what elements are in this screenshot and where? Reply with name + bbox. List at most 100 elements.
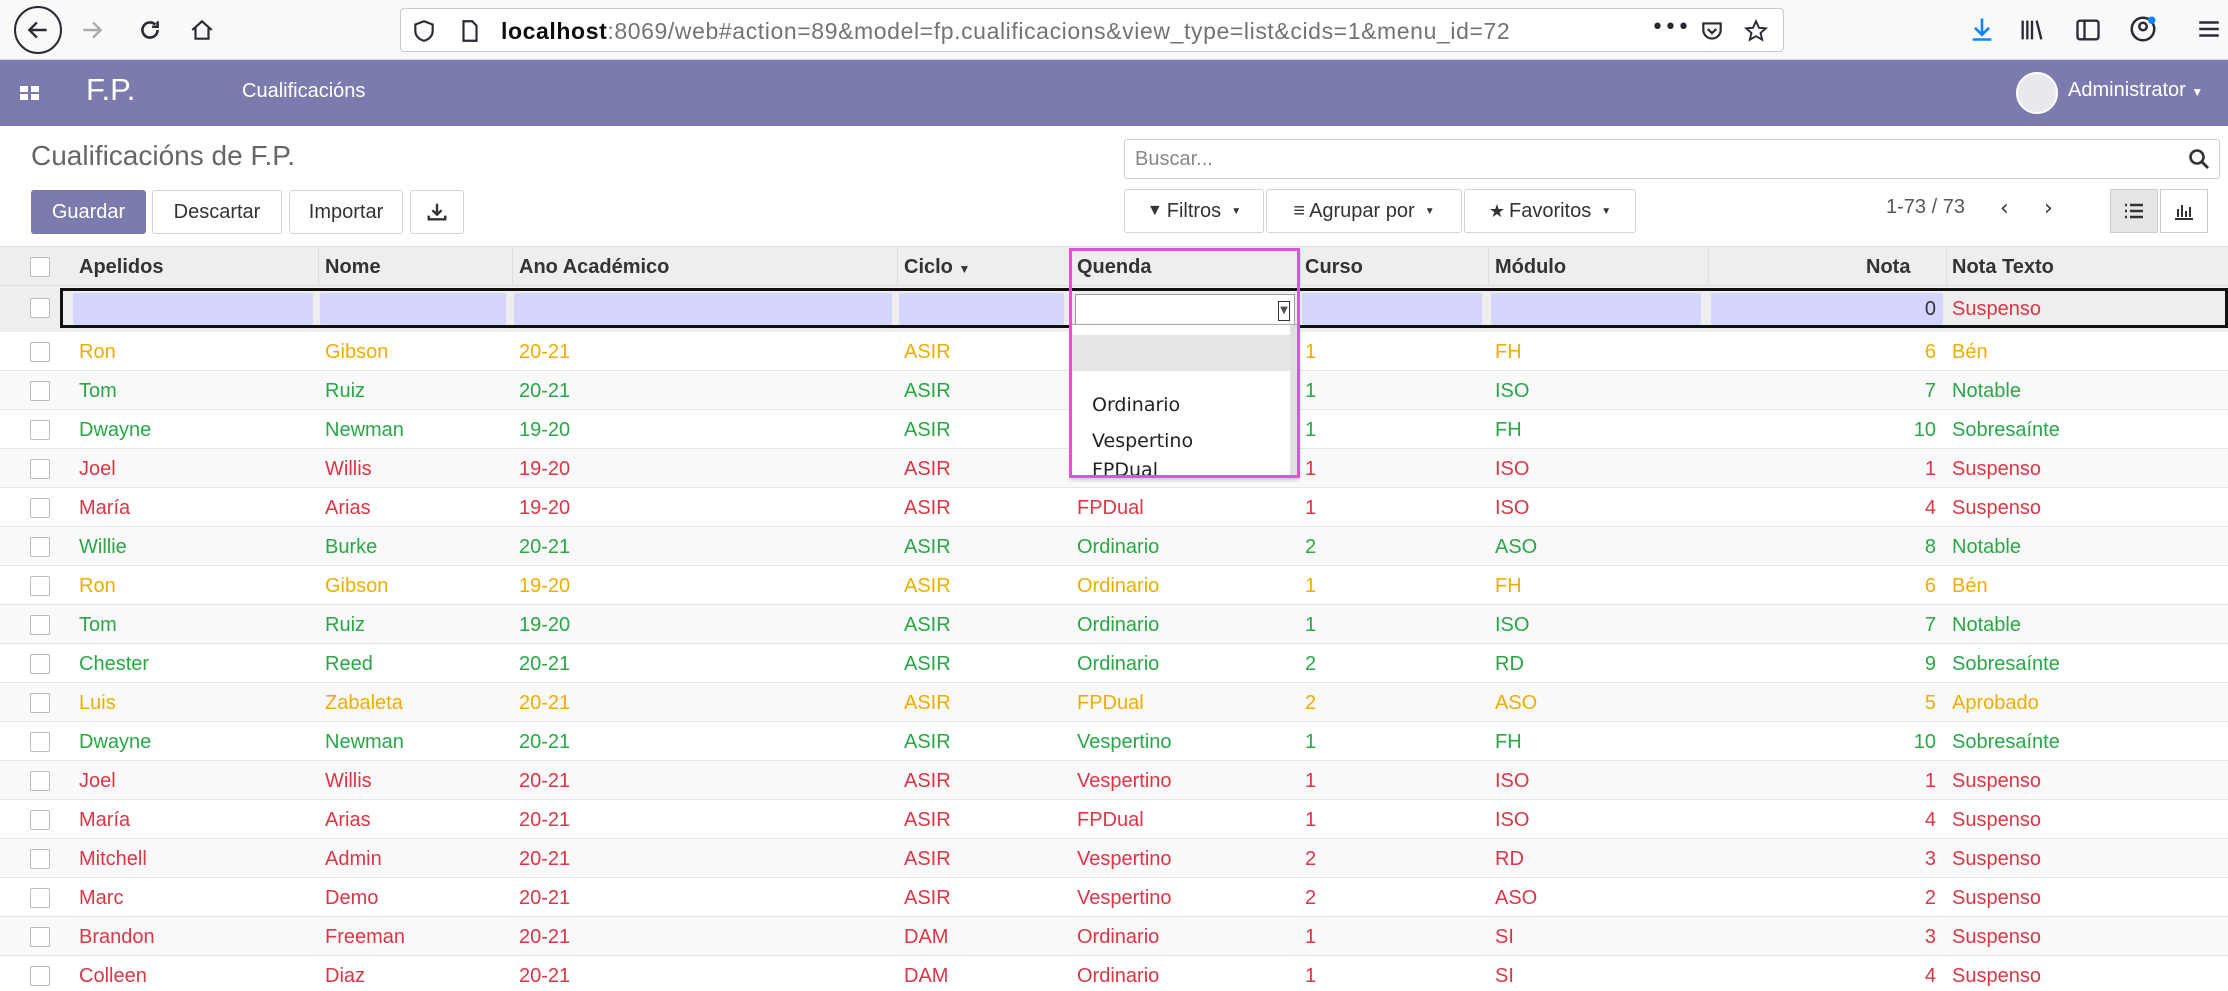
column-apelidos[interactable]: Apelidos <box>79 256 163 279</box>
dropdown-option-ordinario[interactable]: Ordinario <box>1072 387 1292 423</box>
filters-button[interactable]: ▼ Filtros ▼ <box>1124 189 1264 233</box>
apps-grid-icon[interactable] <box>20 83 40 103</box>
cell-ciclo: ASIR <box>904 536 951 558</box>
sidebar-icon[interactable] <box>2074 16 2102 44</box>
row-checkbox[interactable] <box>30 615 50 635</box>
back-button[interactable] <box>14 6 62 54</box>
cell-nota-texto: Sobresaínte <box>1952 653 2060 675</box>
column-modulo[interactable]: Módulo <box>1495 256 1566 279</box>
table-row[interactable]: Colleen Diaz 20-21 DAM Ordinario 1 SI 4 Suspenso <box>0 956 2228 991</box>
more-icon[interactable]: ••• <box>1651 15 1690 40</box>
cell-curso: 1 <box>1305 458 1317 480</box>
row-checkbox[interactable] <box>30 420 50 440</box>
pager-next-icon[interactable]: › <box>2044 196 2066 221</box>
home-button[interactable] <box>182 10 222 50</box>
discard-button[interactable]: Descartar <box>152 190 282 234</box>
pager-previous-icon[interactable]: ‹ <box>2000 196 2022 221</box>
cell-ano-academico: 20-21 <box>519 380 571 402</box>
app-brand[interactable]: F.P. <box>86 72 135 108</box>
row-checkbox[interactable] <box>30 888 50 908</box>
import-button[interactable]: Importar <box>289 190 403 234</box>
row-checkbox[interactable] <box>30 498 50 518</box>
column-nome[interactable]: Nome <box>325 256 381 279</box>
row-checkbox[interactable] <box>30 927 50 947</box>
search-icon[interactable] <box>2187 147 2211 171</box>
row-checkbox[interactable] <box>30 381 50 401</box>
column-ciclo[interactable]: Ciclo ▼ <box>904 256 970 279</box>
apelidos-field[interactable] <box>73 293 313 325</box>
arrow-right-icon <box>83 21 103 39</box>
table-row[interactable]: Chester Reed 20-21 ASIR Ordinario 2 RD 9 Sobresa… <box>0 644 2228 683</box>
table-row[interactable]: Joel Willis 20-21 ASIR Vespertino 1 ISO 1 Suspen… <box>0 761 2228 800</box>
cell-apelidos: Tom <box>79 380 117 402</box>
column-nota[interactable]: Nota <box>1866 256 1910 279</box>
column-nota-texto[interactable]: Nota Texto <box>1952 256 2054 279</box>
user-menu[interactable]: Administrator ▼ <box>2068 79 2203 102</box>
library-icon[interactable] <box>2018 16 2046 44</box>
table-row[interactable]: Brandon Freeman 20-21 DAM Ordinario 1 SI 3 Suspe… <box>0 917 2228 956</box>
dropdown-scrollbar[interactable] <box>1290 325 1298 477</box>
column-quenda[interactable]: Quenda <box>1077 256 1151 279</box>
hamburger-menu-icon[interactable] <box>2196 16 2222 42</box>
table-row[interactable]: Willie Burke 20-21 ASIR Ordinario 2 ASO 8 Notabl… <box>0 527 2228 566</box>
menu-cualificacions[interactable]: Cualificacións <box>242 80 365 103</box>
cell-ciclo: ASIR <box>904 653 951 675</box>
url-bar[interactable]: localhost:8069/web#action=89&model=fp.cu… <box>400 8 1784 52</box>
graph-view-button[interactable] <box>2160 189 2208 233</box>
row-checkbox[interactable] <box>30 693 50 713</box>
group-by-button[interactable]: ≡ Agrupar por ▼ <box>1266 189 1462 233</box>
row-checkbox[interactable] <box>30 849 50 869</box>
ano-academico-field[interactable] <box>514 293 892 325</box>
search-input[interactable]: Buscar... <box>1124 139 2220 179</box>
table-row[interactable]: Ron Gibson 19-20 ASIR Ordinario 1 FH 6 Bén <box>0 566 2228 605</box>
cell-ano-academico: 19-20 <box>519 614 571 636</box>
table-row[interactable]: Luis Zabaleta 20-21 ASIR FPDual 2 ASO 5 Aprobado <box>0 683 2228 722</box>
avatar[interactable] <box>2016 72 2058 114</box>
modulo-field[interactable] <box>1491 293 1701 325</box>
download-icon[interactable] <box>1968 14 1996 44</box>
forward-button[interactable] <box>72 10 112 50</box>
row-checkbox[interactable] <box>30 576 50 596</box>
select-all-checkbox[interactable] <box>30 257 50 277</box>
table-row[interactable]: Marc Demo 20-21 ASIR Vespertino 2 ASO 2 Suspenso <box>0 878 2228 917</box>
favorites-label: Favoritos <box>1508 199 1592 222</box>
cell-nota-texto: Suspenso <box>1952 809 2041 831</box>
cell-nome: Diaz <box>325 965 366 987</box>
ciclo-field[interactable] <box>899 293 1064 325</box>
row-checkbox[interactable] <box>30 342 50 362</box>
save-button[interactable]: Guardar <box>31 190 146 234</box>
pager-value[interactable]: 1-73 / 73 <box>1886 196 1965 219</box>
list-view-button[interactable] <box>2110 189 2158 233</box>
quenda-select[interactable]: ▼ <box>1075 294 1295 326</box>
cell-quenda: Ordinario <box>1077 965 1160 987</box>
row-checkbox[interactable] <box>30 298 50 318</box>
table-row[interactable]: María Arias 19-20 ASIR FPDual 1 ISO 4 Suspenso <box>0 488 2228 527</box>
table-row[interactable]: Dwayne Newman 20-21 ASIR Vespertino 1 FH 10 Sobr… <box>0 722 2228 761</box>
table-row[interactable]: Mitchell Admin 20-21 ASIR Vespertino 2 RD 3 Susp… <box>0 839 2228 878</box>
row-checkbox[interactable] <box>30 459 50 479</box>
curso-field[interactable] <box>1302 293 1482 325</box>
star-icon[interactable] <box>1743 18 1769 44</box>
row-checkbox[interactable] <box>30 732 50 752</box>
export-button[interactable] <box>410 190 464 234</box>
nome-field[interactable] <box>320 293 506 325</box>
cell-nota-texto: Suspenso <box>1952 887 2041 909</box>
row-checkbox[interactable] <box>30 654 50 674</box>
row-checkbox[interactable] <box>30 810 50 830</box>
table-row[interactable]: María Arias 20-21 ASIR FPDual 1 ISO 4 Suspenso <box>0 800 2228 839</box>
column-ano-academico[interactable]: Ano Académico <box>519 256 669 279</box>
cell-apelidos: Tom <box>79 614 117 636</box>
table-row[interactable]: Tom Ruiz 19-20 ASIR Ordinario 1 ISO 7 Notable <box>0 605 2228 644</box>
reload-button[interactable] <box>130 10 170 50</box>
pocket-icon[interactable] <box>1699 18 1725 44</box>
row-checkbox[interactable] <box>30 537 50 557</box>
row-checkbox[interactable] <box>30 771 50 791</box>
column-curso[interactable]: Curso <box>1305 256 1363 279</box>
favorites-button[interactable]: ★ Favoritos ▼ <box>1464 189 1636 233</box>
dropdown-option-fpdual[interactable]: FPDual <box>1072 459 1292 481</box>
row-checkbox[interactable] <box>30 966 50 986</box>
dropdown-option-vespertino[interactable]: Vespertino <box>1072 423 1292 459</box>
dropdown-option-blank[interactable] <box>1072 335 1292 371</box>
account-icon[interactable] <box>2128 14 2158 44</box>
cell-nome: Willis <box>325 458 372 480</box>
